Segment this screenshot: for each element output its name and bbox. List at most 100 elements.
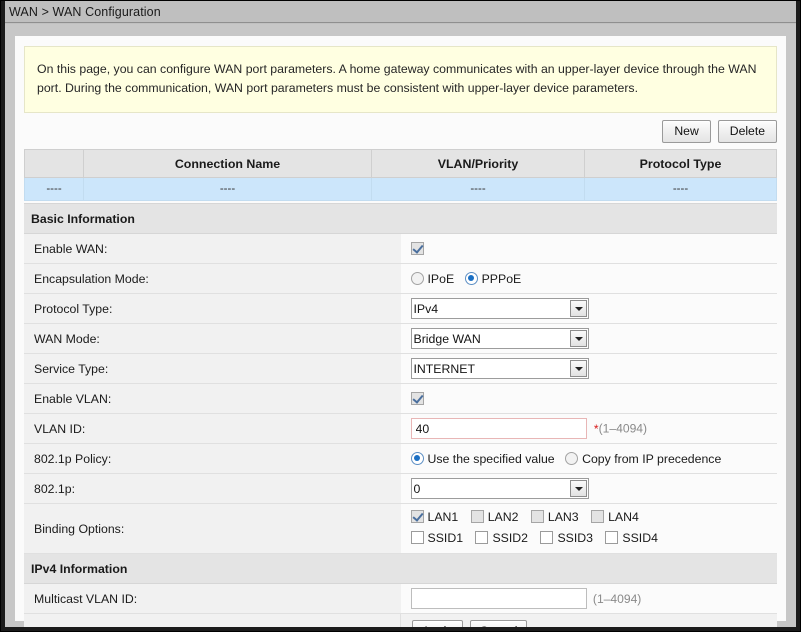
- value-dot1p-policy: Use the specified value Copy from IP pre…: [400, 443, 777, 475]
- title-bar: WAN > WAN Configuration: [5, 1, 796, 23]
- lan3-checkbox[interactable]: [530, 510, 544, 524]
- delete-button[interactable]: Delete: [717, 120, 777, 144]
- row-binding-options: Binding Options: LAN1 LAN2 LAN3 LAN4 SSI…: [24, 503, 778, 555]
- value-vlan-id: *(1–4094): [400, 413, 777, 445]
- ipoe-radio-icon[interactable]: [410, 271, 424, 285]
- row-multicast-vlan-id: Multicast VLAN ID: (1–4094): [24, 583, 777, 615]
- section-header-basic-information-label: Basic Information: [24, 203, 777, 235]
- action-buttons: Apply Cancel: [402, 620, 776, 627]
- lan4-checkbox[interactable]: [591, 510, 605, 524]
- page-background: On this page, you can configure WAN port…: [5, 24, 796, 627]
- cell-connection-name: ----: [83, 177, 372, 202]
- label-dot1p-policy: 802.1p Policy:: [24, 443, 401, 475]
- service-type-dropdown-wrap[interactable]: INTERNET: [410, 358, 589, 380]
- checkbox-option-ssid1[interactable]: SSID1: [410, 528, 463, 549]
- row-encapsulation-mode: Encapsulation Mode: IPoE PPPoE: [24, 263, 777, 295]
- value-dot1p: 0: [400, 473, 777, 505]
- ssid2-checkbox[interactable]: [475, 531, 489, 545]
- radio-option-ipoe[interactable]: IPoE: [410, 271, 455, 286]
- label-enable-vlan: Enable VLAN:: [24, 383, 401, 415]
- dot1p-dropdown-wrap[interactable]: 0: [410, 478, 589, 500]
- dot1p-select[interactable]: 0: [410, 478, 589, 500]
- enable-vlan-checkbox[interactable]: [410, 391, 424, 405]
- vlan-id-input[interactable]: [410, 418, 587, 440]
- value-service-type: INTERNET: [400, 353, 777, 385]
- ssid4-checkbox[interactable]: [605, 531, 619, 545]
- value-binding-options: LAN1 LAN2 LAN3 LAN4 SSID1 SSID2 SSID3 SS…: [400, 503, 778, 555]
- cell-protocol-type: ----: [584, 177, 777, 202]
- radio-option-use-specified-value[interactable]: Use the specified value: [410, 451, 555, 466]
- row-dot1p: 802.1p: 0: [24, 473, 777, 505]
- radio-option-pppoe[interactable]: PPPoE: [464, 271, 521, 286]
- value-enable-vlan: [400, 383, 777, 415]
- info-notice: On this page, you can configure WAN port…: [24, 46, 777, 114]
- ssid1-checkbox[interactable]: [410, 531, 424, 545]
- service-type-select[interactable]: INTERNET: [410, 358, 589, 380]
- use-specified-value-radio-icon[interactable]: [410, 451, 424, 465]
- protocol-type-select[interactable]: IPv4: [410, 298, 589, 320]
- wan-mode-select[interactable]: Bridge WAN: [410, 328, 589, 350]
- radio-option-copy-from-ip-precedence[interactable]: Copy from IP precedence: [565, 451, 721, 466]
- checkbox-option-ssid3[interactable]: SSID3: [540, 528, 593, 549]
- ssid3-label: SSID3: [557, 531, 593, 546]
- apply-button[interactable]: Apply: [412, 620, 463, 627]
- ipoe-label: IPoE: [427, 271, 455, 286]
- value-wan-mode: Bridge WAN: [400, 323, 777, 355]
- enable-wan-checkbox[interactable]: [410, 241, 424, 255]
- label-vlan-id: VLAN ID:: [24, 413, 401, 445]
- browser-window: WAN > WAN Configuration On this page, yo…: [0, 0, 801, 632]
- lan1-checkbox[interactable]: [410, 510, 424, 524]
- connection-table-header-row: Connection Name VLAN/Priority Protocol T…: [24, 149, 777, 179]
- copy-from-ip-precedence-radio-icon[interactable]: [565, 451, 579, 465]
- ssid2-label: SSID2: [492, 531, 529, 546]
- configuration-form: Basic Information Enable WAN: Encapsulat…: [24, 203, 777, 627]
- checkbox-option-lan4[interactable]: LAN4: [591, 507, 639, 528]
- ssid3-checkbox[interactable]: [540, 531, 554, 545]
- binding-options-ssid-row: SSID1 SSID2 SSID3 SSID4: [410, 528, 778, 549]
- checkbox-option-ssid2[interactable]: SSID2: [475, 528, 528, 549]
- checkbox-option-ssid4[interactable]: SSID4: [605, 528, 658, 549]
- window-right-edge: [796, 1, 800, 631]
- row-vlan-id: VLAN ID: *(1–4094): [24, 413, 777, 445]
- table-toolbar: New Delete: [15, 113, 786, 149]
- value-enable-wan: [400, 233, 777, 265]
- cell-select[interactable]: ----: [24, 177, 84, 202]
- multicast-vlan-id-input[interactable]: [410, 588, 587, 610]
- content-panel: On this page, you can configure WAN port…: [15, 36, 786, 627]
- lan2-label: LAN2: [487, 510, 519, 525]
- label-binding-options: Binding Options:: [24, 503, 401, 555]
- checkbox-option-lan2[interactable]: LAN2: [470, 507, 519, 528]
- multicast-vlan-id-hint: (1–4094): [592, 591, 642, 606]
- info-notice-text: On this page, you can configure WAN port…: [37, 62, 757, 96]
- row-enable-wan: Enable WAN:: [24, 233, 777, 265]
- table-row[interactable]: ---- ---- ---- ----: [24, 177, 777, 202]
- lan3-label: LAN3: [547, 510, 579, 525]
- pppoe-radio-icon[interactable]: [464, 271, 478, 285]
- breadcrumb-title: WAN > WAN Configuration: [9, 4, 161, 19]
- checkbox-option-lan1[interactable]: LAN1: [410, 507, 458, 528]
- label-protocol-type: Protocol Type:: [24, 293, 401, 325]
- lan2-checkbox[interactable]: [470, 510, 484, 524]
- label-dot1p: 802.1p:: [24, 473, 401, 505]
- connection-table: Connection Name VLAN/Priority Protocol T…: [24, 149, 777, 202]
- cancel-button[interactable]: Cancel: [469, 620, 528, 627]
- label-wan-mode: WAN Mode:: [24, 323, 401, 355]
- cell-vlan-priority: ----: [371, 177, 585, 202]
- section-header-ipv4-information-label: IPv4 Information: [24, 553, 777, 585]
- column-header-vlan-priority: VLAN/Priority: [371, 149, 585, 179]
- ssid4-label: SSID4: [622, 531, 658, 546]
- label-service-type: Service Type:: [24, 353, 401, 385]
- section-header-basic-information: Basic Information: [24, 203, 777, 235]
- wan-mode-dropdown-wrap[interactable]: Bridge WAN: [410, 328, 589, 350]
- label-enable-wan: Enable WAN:: [24, 233, 401, 265]
- checkbox-option-lan3[interactable]: LAN3: [530, 507, 579, 528]
- row-protocol-type: Protocol Type: IPv4: [24, 293, 777, 325]
- actions-cell: Apply Cancel: [400, 613, 777, 627]
- binding-options-lan-row: LAN1 LAN2 LAN3 LAN4: [410, 507, 778, 528]
- column-header-connection-name: Connection Name: [83, 149, 372, 179]
- column-header-select: [24, 149, 84, 179]
- new-button[interactable]: New: [662, 120, 711, 144]
- window-bottom-edge: [1, 627, 800, 631]
- column-header-protocol-type: Protocol Type: [584, 149, 777, 179]
- protocol-type-dropdown-wrap[interactable]: IPv4: [410, 298, 589, 320]
